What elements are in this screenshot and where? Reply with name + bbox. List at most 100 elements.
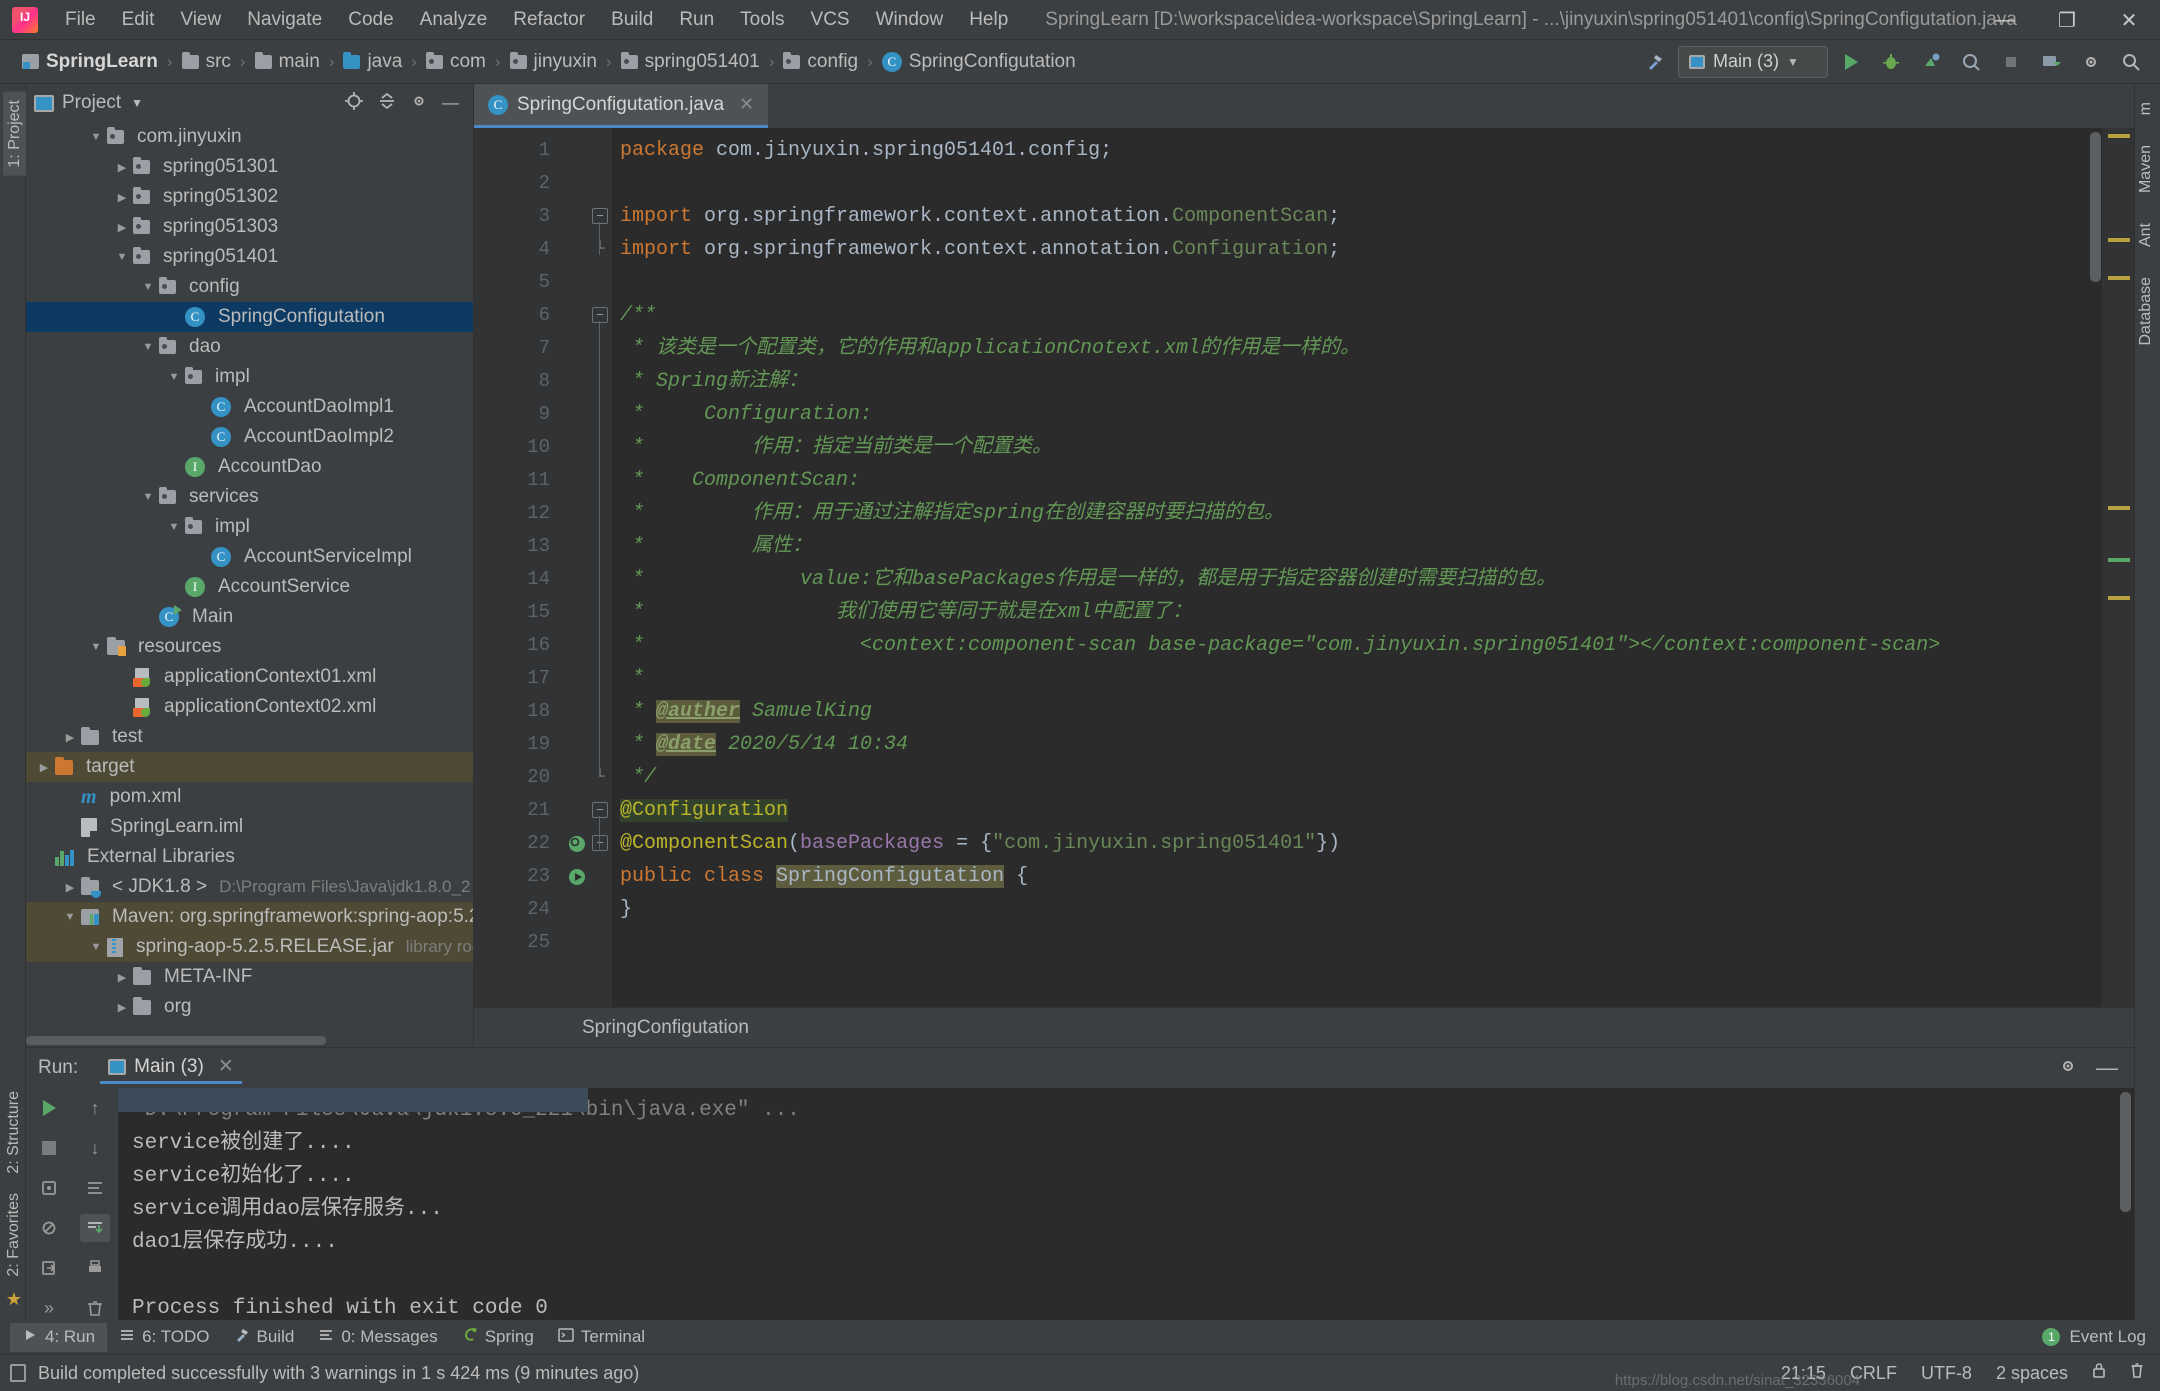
dump-threads-icon[interactable]: [34, 1174, 64, 1202]
tree-item-accountserviceimpl[interactable]: C AccountServiceImpl: [26, 542, 473, 572]
scroll-to-end-icon[interactable]: [80, 1214, 110, 1242]
profile-icon[interactable]: [1954, 46, 1988, 78]
clear-all-icon[interactable]: [80, 1294, 110, 1322]
code-line[interactable]: * Spring新注解：: [612, 365, 2134, 398]
breadcrumb-item-src[interactable]: src: [181, 51, 231, 73]
export-icon[interactable]: [34, 1254, 64, 1282]
fold-gutter[interactable]: − └ − └ − −: [562, 128, 612, 1007]
fold-end-icon[interactable]: └: [592, 769, 608, 785]
mute-breakpoints-icon[interactable]: [34, 1214, 64, 1242]
tree-item-external-libraries[interactable]: External Libraries: [26, 842, 473, 872]
code-line[interactable]: * <context:component-scan base-package="…: [612, 629, 2134, 662]
breadcrumb-item-spring051401[interactable]: spring051401: [620, 51, 760, 73]
panel-settings-gear-icon[interactable]: [410, 92, 428, 115]
code-line[interactable]: import org.springframework.context.annot…: [612, 233, 2134, 266]
breadcrumb-item-springconfigutation[interactable]: C SpringConfigutation: [881, 51, 1076, 73]
hide-run-panel-icon[interactable]: —: [2096, 1055, 2118, 1081]
tree-item-spring051302[interactable]: ▶ spring051302: [26, 182, 473, 212]
print-icon[interactable]: [80, 1254, 110, 1282]
favorites-star-icon[interactable]: ★: [6, 1289, 22, 1310]
event-log-label[interactable]: Event Log: [2069, 1327, 2146, 1347]
tree-item-accountdao[interactable]: I AccountDao: [26, 452, 473, 482]
tree-item-accountservice[interactable]: I AccountService: [26, 572, 473, 602]
editor-scrollbar[interactable]: [2090, 132, 2101, 282]
tree-item-impl[interactable]: ▼ impl: [26, 512, 473, 542]
code-line[interactable]: public class SpringConfigutation {: [612, 860, 2134, 893]
tree-item-resources[interactable]: ▼ resources: [26, 632, 473, 662]
menu-window[interactable]: Window: [863, 5, 957, 35]
tree-item-dao[interactable]: ▼ dao: [26, 332, 473, 362]
code-line[interactable]: }: [612, 893, 2134, 926]
tree-item-spring-aop-5-2-5-release-jar[interactable]: ▼ spring-aop-5.2.5.RELEASE.jar library roo…: [26, 932, 473, 962]
stop-icon[interactable]: [34, 1134, 64, 1162]
project-tree[interactable]: ▼ com.jinyuxin ▶ spring051301 ▶ spring051302 ▶…: [26, 122, 473, 1047]
run-with-coverage-icon[interactable]: [1914, 46, 1948, 78]
maximize-button[interactable]: ❐: [2036, 0, 2098, 40]
tree-item-com-jinyuxin[interactable]: ▼ com.jinyuxin: [26, 122, 473, 152]
run-button[interactable]: [1834, 46, 1868, 78]
chevron-down-icon[interactable]: ▼: [88, 131, 104, 143]
code-line[interactable]: * 作用：用于通过注解指定spring在创建容器时要扫描的包。: [612, 497, 2134, 530]
chevron-down-icon[interactable]: ▼: [140, 491, 156, 503]
bottom-tab-build[interactable]: Build: [222, 1323, 307, 1352]
code-line[interactable]: [612, 926, 2134, 959]
tree-item-accountdaoimpl2[interactable]: C AccountDaoImpl2: [26, 422, 473, 452]
lock-icon[interactable]: [2092, 1362, 2106, 1384]
fold-end-icon[interactable]: └: [592, 241, 608, 257]
chevron-down-icon[interactable]: ▼: [166, 371, 182, 383]
code-line[interactable]: * 作用：指定当前类是一个配置类。: [612, 431, 2134, 464]
breadcrumb-item-java[interactable]: java: [343, 51, 402, 73]
tree-item-pom-xml[interactable]: m pom.xml: [26, 782, 473, 812]
bottom-tab-spring[interactable]: Spring: [450, 1323, 546, 1352]
soft-wrap-icon[interactable]: [80, 1174, 110, 1202]
tree-item-springconfigutation[interactable]: C SpringConfigutation: [26, 302, 473, 332]
settings-gear-icon[interactable]: [2074, 46, 2108, 78]
project-tree-hscrollbar[interactable]: [26, 1036, 326, 1045]
tree-item-target[interactable]: ▶ target: [26, 752, 473, 782]
menu-edit[interactable]: Edit: [109, 5, 168, 35]
run-tab-main[interactable]: Main (3) ✕: [100, 1052, 242, 1084]
tree-item-spring051303[interactable]: ▶ spring051303: [26, 212, 473, 242]
close-button[interactable]: ✕: [2098, 0, 2160, 40]
bottom-tab-6-todo[interactable]: 6: TODO: [107, 1323, 221, 1352]
tree-item--jdk1-8-[interactable]: ▶ < JDK1.8 > D:\Program Files\Java\jdk1.8.…: [26, 872, 473, 902]
tool-window-tab-structure[interactable]: 2: Structure: [2, 1083, 26, 1182]
chevron-right-icon[interactable]: ▶: [114, 221, 130, 234]
search-everywhere-icon[interactable]: [2114, 46, 2148, 78]
build-hammer-icon[interactable]: [1638, 46, 1672, 78]
overflow-icon[interactable]: »: [34, 1294, 64, 1322]
file-encoding[interactable]: UTF-8: [1921, 1363, 1972, 1384]
code-line[interactable]: @ComponentScan(basePackages = {"com.jiny…: [612, 827, 2134, 860]
chevron-right-icon[interactable]: ▶: [114, 191, 130, 204]
tool-window-tab-favorites[interactable]: 2: Favorites: [2, 1185, 26, 1285]
menu-help[interactable]: Help: [956, 5, 1021, 35]
tree-item-test[interactable]: ▶ test: [26, 722, 473, 752]
tree-item-springlearn-iml[interactable]: SpringLearn.iml: [26, 812, 473, 842]
menu-code[interactable]: Code: [335, 5, 406, 35]
tree-item-spring051401[interactable]: ▼ spring051401: [26, 242, 473, 272]
chevron-down-icon[interactable]: ▼: [62, 911, 78, 923]
chevron-right-icon[interactable]: ▶: [36, 761, 52, 774]
tree-item-applicationcontext01-xml[interactable]: applicationContext01.xml: [26, 662, 473, 692]
menu-vcs[interactable]: VCS: [798, 5, 863, 35]
tool-window-tab-project[interactable]: 1: Project: [3, 92, 27, 176]
code-line[interactable]: * value:它和basePackages作用是一样的，都是用于指定容器创建时…: [612, 563, 2134, 596]
code-editor[interactable]: 1 2 3 4 5 6 7 8 9 10 11 12 13 14 15 16 17 18 19 20 21 22 23 24 2…: [474, 128, 2134, 1007]
menu-tools[interactable]: Tools: [727, 5, 797, 35]
code-line[interactable]: [612, 167, 2134, 200]
minimize-button[interactable]: —: [1974, 0, 2036, 40]
fold-collapse-icon[interactable]: −: [592, 208, 608, 224]
code-line[interactable]: import org.springframework.context.annot…: [612, 200, 2134, 233]
chevron-down-icon[interactable]: ▼: [114, 251, 130, 263]
tree-item-spring051301[interactable]: ▶ spring051301: [26, 152, 473, 182]
chevron-right-icon[interactable]: ▶: [62, 731, 78, 744]
run-configuration-selector[interactable]: Main (3) ▼: [1678, 45, 1828, 78]
fold-collapse-icon[interactable]: −: [592, 307, 608, 323]
fold-collapse-icon[interactable]: −: [592, 835, 608, 851]
chevron-right-icon[interactable]: ▶: [62, 881, 78, 894]
tree-item-maven-org-springframework-spring-aop-5-2-[interactable]: ▼ Maven: org.springframework:spring-aop:5…: [26, 902, 473, 932]
code-line[interactable]: *: [612, 662, 2134, 695]
tree-item-org[interactable]: ▶ org: [26, 992, 473, 1022]
stop-button[interactable]: [1994, 46, 2028, 78]
trash-icon[interactable]: [2130, 1362, 2144, 1384]
